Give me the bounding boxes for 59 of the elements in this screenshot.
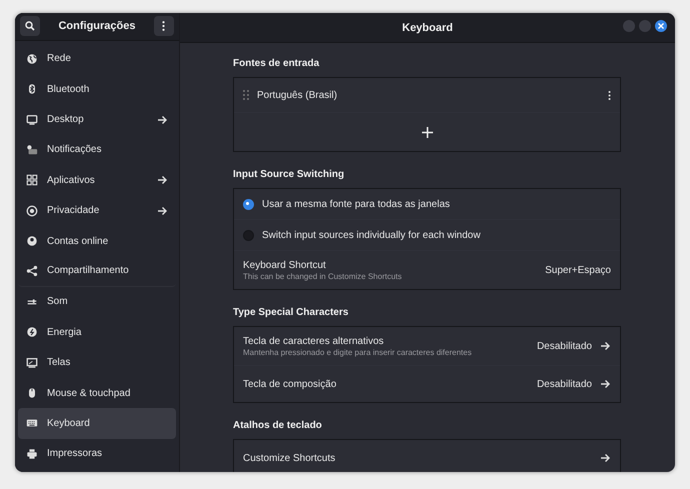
mouse-icon — [26, 387, 38, 400]
radio-label: Switch input sources individually for each window — [262, 230, 482, 240]
row-title[interactable]: Customize Shortcuts — [243, 452, 592, 464]
arrow-right-icon — [600, 341, 611, 351]
arrow-right-icon — [600, 453, 611, 463]
bluetooth-icon — [26, 83, 38, 96]
search-button[interactable] — [20, 16, 40, 36]
arrow-right-icon — [600, 379, 611, 389]
sidebar-item[interactable]: Bluetooth — [18, 74, 176, 104]
row-title[interactable]: Tecla de composição — [243, 378, 529, 390]
section-title: Fontes de entrada — [233, 58, 320, 69]
section-title: Type Special Characters — [233, 307, 350, 318]
sidebar-item[interactable]: Mouse & touchpad — [18, 378, 176, 408]
target-icon — [26, 204, 38, 217]
close-button[interactable] — [655, 20, 667, 32]
sidebar-item[interactable]: Aplicativos — [18, 165, 176, 196]
row-subtitle: Mantenha pressionado e digite para inserir caracteres diferentes — [243, 348, 473, 356]
menu-icon — [162, 21, 166, 32]
sidebar-item[interactable]: Rede — [18, 44, 176, 74]
row-title: Keyboard Shortcut — [243, 260, 327, 270]
share-icon — [26, 264, 38, 277]
row-value: Desabilitado — [536, 378, 592, 390]
sidebar-item[interactable]: Notificações — [18, 134, 176, 166]
row-title[interactable]: Tecla de caracteres alternativos — [243, 336, 529, 346]
sidebar-item[interactable]: Desktop — [18, 104, 176, 135]
window-title: Keyboard — [402, 22, 453, 34]
notification-icon — [26, 144, 38, 156]
row-value: Super+Espaço — [545, 264, 611, 276]
sidebar-item[interactable]: Som — [18, 286, 176, 318]
sidebar-item[interactable]: Telas — [18, 347, 176, 378]
display-icon — [26, 356, 38, 369]
row-value: Desabilitado — [536, 340, 592, 352]
sidebar-title: Configurações — [58, 20, 136, 32]
keyboard-icon — [26, 417, 38, 430]
radio-button[interactable] — [243, 230, 254, 240]
section-title: Atalhos de teclado — [233, 420, 323, 431]
input-source-name: Português (Brasil) — [257, 90, 338, 100]
radio-button[interactable] — [243, 198, 254, 210]
sidebar-item[interactable]: Privacidade — [18, 195, 176, 226]
sidebar-item[interactable]: Keyboard — [18, 408, 176, 439]
add-icon[interactable] — [422, 126, 432, 138]
account-icon — [26, 235, 38, 248]
power-icon — [26, 326, 38, 338]
sidebar-item[interactable]: Impressoras — [18, 438, 176, 469]
globe-icon — [26, 52, 38, 65]
monitor-icon — [26, 114, 38, 126]
sidebar-item[interactable]: Contas online — [18, 226, 176, 256]
sidebar-item[interactable]: Compartilhamento — [18, 256, 176, 287]
close-icon — [658, 23, 664, 29]
search-icon — [25, 21, 35, 32]
row-subtitle: This can be changed in Customize Shortcuts — [243, 272, 403, 280]
radio-label: Usar a mesma fonte para todas as janelas — [262, 198, 451, 210]
drag-handle-icon[interactable] — [243, 90, 249, 100]
printer-icon — [26, 448, 38, 460]
menu-button[interactable] — [154, 16, 174, 36]
grid-icon — [26, 174, 38, 186]
sidebar-item[interactable]: Energia — [18, 317, 176, 348]
more-options-icon[interactable] — [608, 90, 611, 100]
section-title: Input Source Switching — [233, 169, 346, 180]
